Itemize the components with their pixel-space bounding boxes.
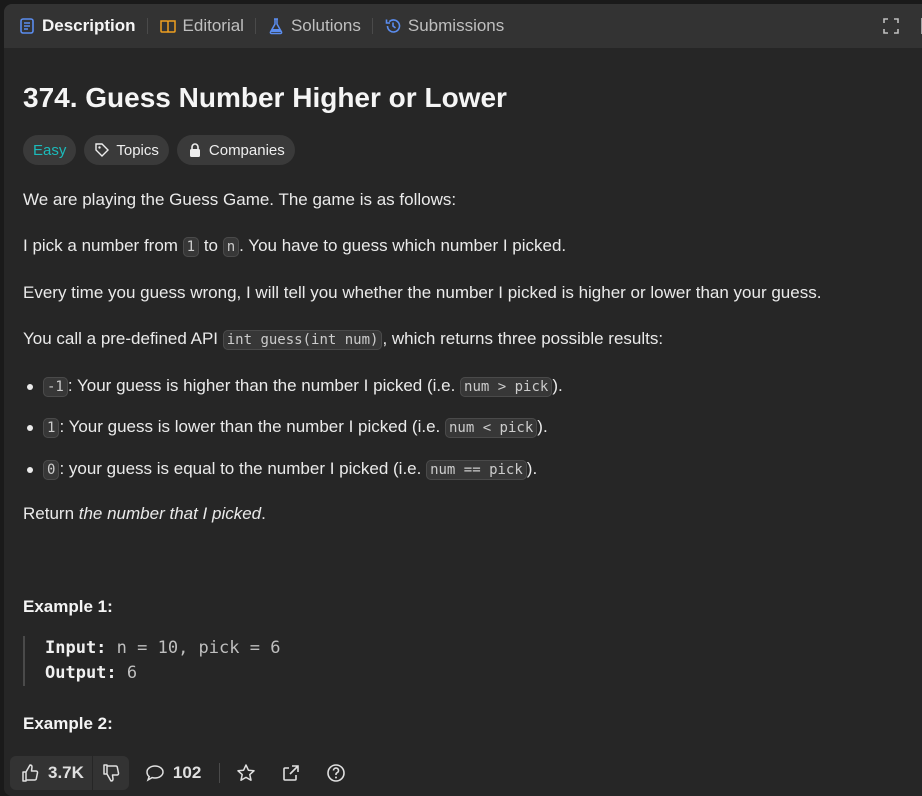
text: . — [261, 504, 266, 523]
text: ). — [552, 376, 563, 395]
thumbs-up-icon — [22, 764, 39, 782]
tab-label: Description — [42, 16, 136, 35]
return-paragraph: Return the number that I picked. — [23, 501, 266, 527]
description-paragraph: We are playing the Guess Game. The game … — [23, 190, 457, 209]
description-paragraph: Every time you guess wrong, I will tell … — [23, 283, 822, 302]
inline-code: 1 — [43, 418, 60, 438]
problem-tags: Easy Topics Companies — [23, 135, 903, 165]
example-1-block: Input: n = 10, pick = 6 Output: 6 — [23, 636, 280, 686]
text: I pick a number from — [23, 236, 183, 255]
text: : Your guess is lower than the number I … — [59, 417, 445, 436]
history-icon — [385, 19, 401, 33]
like-button[interactable]: 3.7K — [10, 756, 92, 790]
example-input-line: Input: n = 10, pick = 6 — [45, 636, 280, 661]
example-output-line: Output: 6 — [45, 661, 280, 686]
text: ). — [526, 459, 538, 478]
tag-icon — [95, 143, 110, 157]
help-icon — [327, 764, 346, 782]
inline-code: int guess(int num) — [222, 330, 383, 350]
share-button[interactable] — [281, 763, 301, 783]
help-button[interactable] — [326, 763, 346, 783]
expand-icon[interactable] — [882, 17, 900, 35]
inline-code: num > pick — [460, 377, 553, 397]
text: . You have to guess which number I picke… — [239, 236, 567, 255]
inline-code: 1 — [182, 237, 200, 257]
inline-code: n — [222, 237, 240, 257]
text: Return — [23, 504, 79, 523]
companies-label: Companies — [208, 141, 285, 159]
text: , which returns three possible results: — [382, 329, 664, 348]
inline-code: 0 — [43, 460, 60, 480]
inline-code: num < pick — [444, 418, 538, 438]
tab-divider — [371, 18, 373, 34]
toolbar-divider — [219, 763, 221, 783]
tab-divider — [146, 18, 148, 34]
example-2-title: Example 2: — [23, 714, 113, 733]
description-paragraph: I pick a number from 1 to n. You have to… — [23, 233, 566, 260]
tab-submissions[interactable]: Submissions — [382, 4, 506, 48]
thumbs-down-icon — [103, 764, 120, 782]
description-paragraph: You call a pre-defined API int guess(int… — [23, 326, 663, 353]
lock-icon — [189, 143, 200, 157]
share-icon — [283, 765, 300, 781]
inline-code: num == pick — [426, 460, 527, 480]
emphasis: the number that I picked — [78, 504, 262, 523]
bottom-toolbar: 3.7K 102 — [4, 750, 922, 796]
tab-divider — [254, 18, 256, 34]
text: : your guess is equal to the number I pi… — [59, 459, 427, 478]
star-icon — [237, 764, 256, 781]
input-label: Input: — [45, 638, 107, 658]
tab-editorial[interactable]: Editorial — [157, 4, 246, 48]
list-item: -1: Your guess is higher than the number… — [23, 373, 563, 400]
companies-button[interactable]: Companies — [176, 135, 295, 165]
list-item: 0: your guess is equal to the number I p… — [23, 456, 537, 483]
description-icon — [20, 18, 34, 34]
problem-content: 374. Guess Number Higher or Lower Easy T… — [23, 48, 903, 733]
like-count: 3.7K — [48, 763, 84, 782]
output-value: 6 — [126, 663, 138, 683]
list-item: 1: Your guess is lower than the number I… — [23, 414, 548, 441]
text: to — [199, 236, 223, 255]
vote-group: 3.7K — [10, 756, 129, 790]
inline-code: -1 — [43, 377, 68, 397]
topics-button[interactable]: Topics — [84, 135, 169, 165]
text: : Your guess is higher than the number I… — [67, 376, 461, 395]
comment-icon — [146, 765, 164, 782]
example-1-title: Example 1: — [23, 597, 113, 616]
tab-label: Solutions — [290, 16, 361, 35]
tab-bar: Description Editorial Solutions Submissi… — [4, 4, 922, 48]
tab-solutions[interactable]: Solutions — [265, 4, 363, 48]
book-icon — [159, 20, 176, 33]
favorite-button[interactable] — [236, 763, 256, 783]
text: You call a pre-defined API — [23, 329, 223, 348]
dislike-button[interactable] — [91, 756, 129, 790]
tab-label: Submissions — [407, 16, 505, 35]
flask-icon — [269, 18, 283, 35]
problem-panel: Description Editorial Solutions Submissi… — [4, 4, 922, 796]
comments-button[interactable]: 102 — [145, 763, 201, 783]
difficulty-badge: Easy — [23, 135, 77, 165]
topics-label: Topics — [116, 141, 159, 159]
input-value: n = 10, pick = 6 — [116, 638, 281, 658]
tab-description[interactable]: Description — [16, 4, 138, 48]
tab-label: Editorial — [182, 16, 244, 35]
output-label: Output: — [45, 663, 117, 683]
problem-title: 374. Guess Number Higher or Lower — [23, 82, 507, 113]
text: ). — [537, 417, 548, 436]
comment-count: 102 — [172, 763, 202, 782]
panel-edge-icon — [921, 18, 922, 34]
